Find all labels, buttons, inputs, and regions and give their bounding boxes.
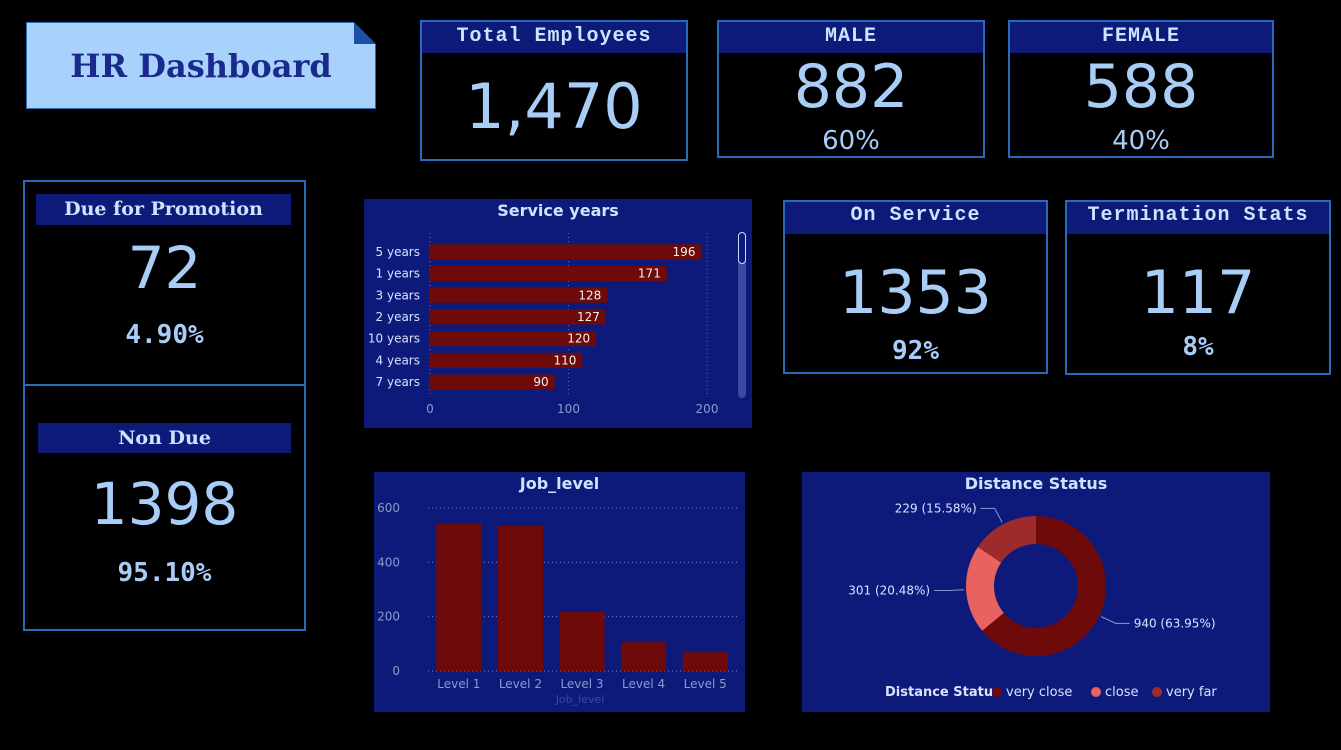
leader-line bbox=[1100, 616, 1130, 624]
female-card: FEMALE 588 40% bbox=[1008, 20, 1274, 158]
non-due-value: 1398 bbox=[90, 470, 239, 538]
female-value: 588 bbox=[1083, 52, 1199, 122]
data-label: 229 (15.58%) bbox=[895, 501, 977, 515]
male-label: MALE bbox=[719, 22, 983, 53]
leader-line bbox=[980, 507, 1003, 523]
bar-value-label: 120 bbox=[567, 332, 590, 346]
job-level-bar bbox=[621, 642, 667, 671]
category-label: 3 years bbox=[376, 288, 420, 302]
female-pct: 40% bbox=[1112, 126, 1170, 156]
termination-label: Termination Stats bbox=[1067, 202, 1329, 234]
service-years-chart: 0 100 200 5 years 196 1 years 171 3 years 128 2 y… bbox=[368, 233, 719, 416]
male-value: 882 bbox=[793, 52, 909, 122]
non-due-label: Non Due bbox=[38, 423, 291, 453]
category-label: 10 years bbox=[368, 332, 420, 346]
termination-card: Termination Stats 117 8% bbox=[1065, 200, 1331, 375]
distance-status-chart: 940 (63.95%) 301 (20.48%) 229 (15.58%) Dist… bbox=[848, 501, 1217, 700]
male-pct: 60% bbox=[822, 126, 880, 156]
x-tick-label: Level 1 bbox=[437, 677, 480, 691]
y-tick-label: 400 bbox=[377, 555, 400, 569]
job-level-bar bbox=[682, 652, 728, 671]
due-promotion-pct: 4.90% bbox=[125, 320, 204, 350]
service-years-scrollbar[interactable] bbox=[738, 232, 746, 398]
total-employees-value: 1,470 bbox=[465, 70, 643, 143]
x-axis-title: Job_level bbox=[555, 693, 605, 706]
category-label: 1 years bbox=[376, 267, 420, 281]
dashboard-title-card: HR Dashboard bbox=[26, 22, 376, 109]
bar-value-label: 110 bbox=[553, 353, 576, 367]
bar-value-label: 90 bbox=[533, 375, 548, 389]
service-bar bbox=[430, 266, 667, 282]
x-tick-label: Level 4 bbox=[622, 677, 665, 691]
legend-swatch bbox=[1091, 687, 1101, 697]
job-level-panel: Job_level 0 200 400 600 Level 1 Level 2 Level … bbox=[374, 472, 745, 712]
x-tick-label: Level 5 bbox=[684, 677, 727, 691]
legend-title: Distance Status bbox=[885, 685, 1001, 700]
leader-line bbox=[934, 589, 965, 592]
y-tick-label: 200 bbox=[377, 610, 400, 624]
x-tick-label: 0 bbox=[426, 402, 434, 416]
data-label: 940 (63.95%) bbox=[1134, 616, 1216, 630]
on-service-card: On Service 1353 92% bbox=[783, 200, 1048, 374]
on-service-pct: 92% bbox=[892, 336, 939, 366]
legend-swatch bbox=[992, 687, 1002, 697]
non-due-pct: 95.10% bbox=[117, 558, 212, 588]
x-tick-label: Level 3 bbox=[560, 677, 603, 691]
total-employees-label: Total Employees bbox=[422, 22, 686, 53]
due-promotion-label: Due for Promotion bbox=[36, 194, 291, 225]
scrollbar-thumb[interactable] bbox=[738, 232, 746, 264]
x-tick-label: Level 2 bbox=[499, 677, 542, 691]
bar-value-label: 171 bbox=[638, 267, 661, 281]
bar-value-label: 196 bbox=[673, 245, 696, 259]
category-label: 2 years bbox=[376, 310, 420, 324]
category-label: 5 years bbox=[376, 245, 420, 259]
total-employees-card: Total Employees 1,470 bbox=[420, 20, 688, 161]
promotion-panel: Due for Promotion 72 4.90% Non Due 1398 … bbox=[23, 180, 306, 631]
legend-label: very close bbox=[1006, 685, 1072, 700]
service-bar bbox=[430, 244, 702, 260]
data-label: 301 (20.48%) bbox=[848, 584, 930, 598]
job-level-bar bbox=[436, 523, 482, 671]
female-label: FEMALE bbox=[1010, 22, 1272, 53]
promotion-divider bbox=[25, 384, 304, 386]
due-promotion-value: 72 bbox=[127, 234, 202, 302]
bar-value-label: 127 bbox=[577, 310, 600, 324]
legend-label: very far bbox=[1166, 685, 1217, 700]
bar-value-label: 128 bbox=[578, 288, 601, 302]
x-tick-label: 200 bbox=[696, 402, 719, 416]
category-label: 4 years bbox=[376, 353, 420, 367]
on-service-value: 1353 bbox=[839, 258, 992, 328]
distance-status-panel: Distance Status 940 (63.95%) 301 (20.48%)… bbox=[802, 472, 1270, 712]
termination-pct: 8% bbox=[1182, 332, 1214, 362]
legend-label: close bbox=[1105, 685, 1138, 700]
y-tick-label: 0 bbox=[392, 664, 400, 678]
job-level-bar bbox=[497, 525, 543, 671]
y-tick-label: 600 bbox=[377, 501, 400, 515]
job-level-bar bbox=[559, 611, 605, 671]
x-tick-label: 100 bbox=[557, 402, 580, 416]
service-years-panel: Service years 0 100 200 5 years 196 1 years 17… bbox=[364, 199, 752, 428]
termination-value: 117 bbox=[1140, 258, 1256, 328]
page-title: HR Dashboard bbox=[70, 46, 332, 85]
male-card: MALE 882 60% bbox=[717, 20, 985, 158]
on-service-label: On Service bbox=[785, 202, 1046, 234]
category-label: 7 years bbox=[376, 375, 420, 389]
job-level-chart: 0 200 400 600 Level 1 Level 2 Level 3 Level 4 Le… bbox=[377, 501, 738, 706]
legend-swatch bbox=[1152, 687, 1162, 697]
